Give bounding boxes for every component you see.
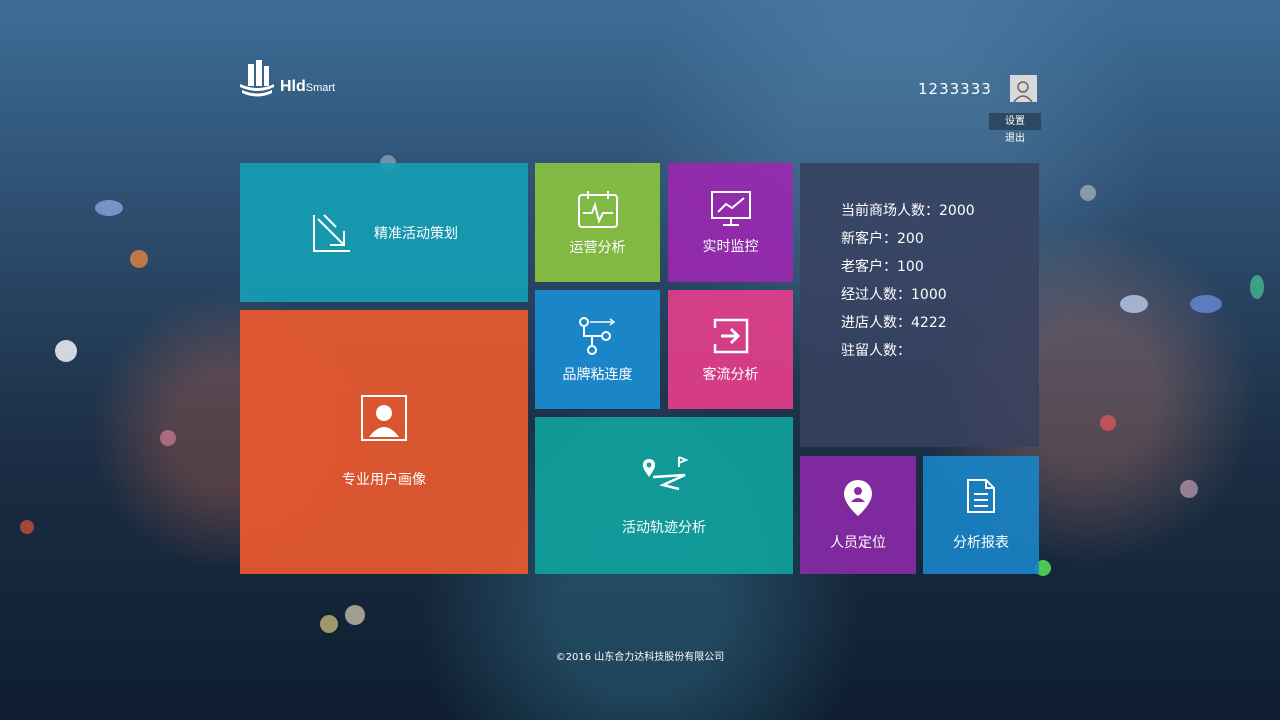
user-menu: 设置 退出	[989, 113, 1041, 147]
monitor-chart-icon	[710, 190, 751, 226]
tile-label: 专业用户画像	[342, 472, 426, 488]
logout-menu-item[interactable]: 退出	[989, 130, 1041, 147]
calendar-pulse-icon	[577, 190, 618, 228]
tile-brand-stickiness[interactable]: 品牌粘连度	[535, 290, 660, 409]
footer-copyright: ©2016 山东合力达科技股份有限公司	[555, 652, 725, 663]
chart-arrow-icon	[313, 213, 350, 252]
stat-current-visitors: 当前商场人数：2000	[841, 203, 975, 219]
user-portrait-icon	[361, 395, 407, 441]
tile-label: 运营分析	[569, 239, 626, 256]
building-logo-icon	[240, 60, 274, 97]
tile-label: 品牌粘连度	[562, 366, 633, 383]
user-area: 1233333	[918, 75, 1037, 102]
user-avatar-icon	[1013, 81, 1033, 102]
stat-store-entries: 进店人数：4222	[841, 315, 947, 331]
stat-returning-customers: 老客户：100	[841, 259, 924, 275]
avatar[interactable]	[1009, 75, 1037, 102]
logo: HldSmart	[240, 58, 335, 98]
tile-label: 实时监控	[702, 238, 759, 255]
enter-icon	[713, 318, 748, 353]
settings-menu-item[interactable]: 设置	[989, 113, 1041, 130]
tile-activity-trajectory[interactable]: 活动轨迹分析	[535, 417, 793, 574]
stat-new-customers: 新客户：200	[841, 231, 924, 247]
stat-dwell-count: 驻留人数：	[841, 343, 911, 359]
username: 1233333	[918, 79, 992, 98]
tile-analysis-report[interactable]: 分析报表	[923, 456, 1039, 574]
tile-label: 人员定位	[830, 535, 886, 551]
stat-passersby: 经过人数：1000	[841, 287, 947, 303]
tile-personnel-location[interactable]: 人员定位	[800, 456, 916, 574]
document-icon	[967, 479, 995, 513]
tile-operations-analysis[interactable]: 运营分析	[535, 163, 660, 282]
logo-text: HldSmart	[280, 78, 336, 95]
stats-panel: 当前商场人数：2000 新客户：200 老客户：100 经过人数：1000 进店…	[800, 163, 1039, 447]
tile-customer-flow[interactable]: 客流分析	[668, 290, 793, 409]
tile-user-portrait[interactable]: 专业用户画像	[240, 310, 528, 574]
network-icon	[578, 316, 615, 355]
tile-label: 精准活动策划	[374, 225, 458, 242]
tile-label: 分析报表	[953, 535, 1009, 551]
route-map-icon	[642, 455, 689, 490]
tile-activity-planning[interactable]: 精准活动策划	[240, 163, 528, 302]
location-pin-icon	[844, 480, 872, 516]
tile-realtime-monitor[interactable]: 实时监控	[668, 163, 793, 282]
tile-label: 客流分析	[702, 366, 759, 383]
tile-label: 活动轨迹分析	[622, 519, 706, 536]
